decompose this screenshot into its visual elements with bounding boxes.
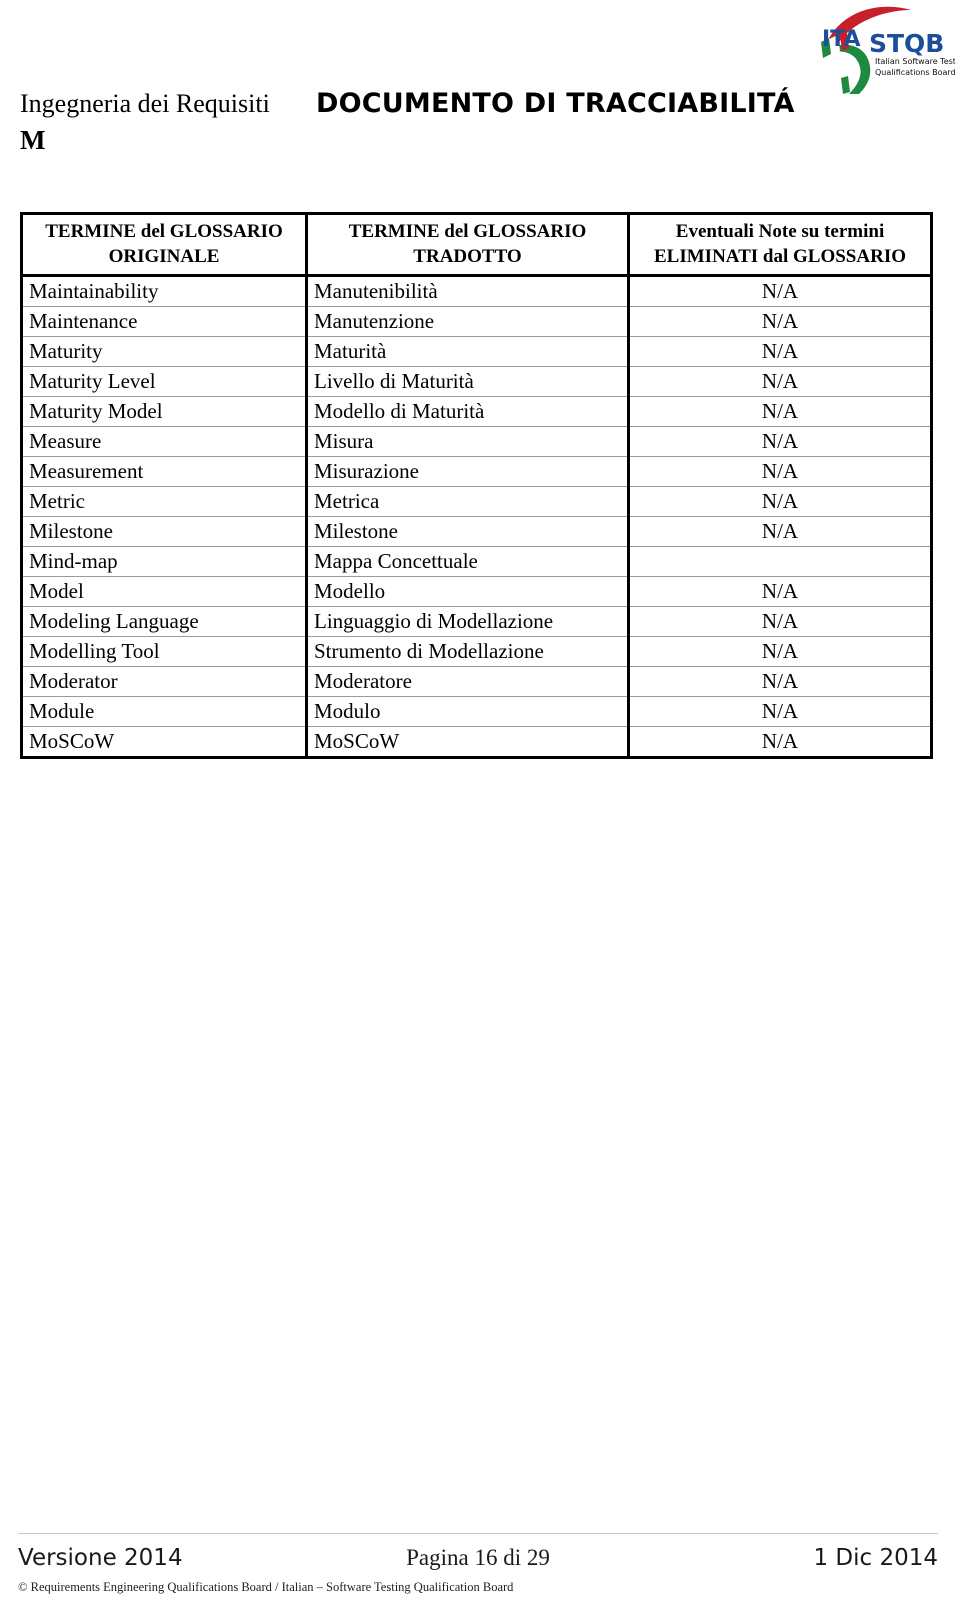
cell-translated-term: Modello di Maturità (305, 396, 630, 427)
cell-note (627, 546, 933, 577)
cell-translated-term: Maturità (305, 336, 630, 367)
cell-original-term: Milestone (20, 516, 308, 547)
table-row: Maturity Level Livello di Maturità N/A (20, 366, 933, 397)
cell-note: N/A (627, 726, 933, 759)
footer-main-row: Versione 2014 Pagina 16 di 29 1 Dic 2014 (18, 1544, 938, 1574)
document-title: DOCUMENTO DI TRACCIABILITÁ (316, 88, 795, 119)
table-row: Maturity Model Modello di Maturità N/A (20, 396, 933, 427)
cell-original-term: Moderator (20, 666, 308, 697)
cell-original-term: Measure (20, 426, 308, 457)
footer-date: 1 Dic 2014 (813, 1545, 938, 1571)
table-row: Model Modello N/A (20, 576, 933, 607)
page-footer: Versione 2014 Pagina 16 di 29 1 Dic 2014… (0, 1533, 960, 1610)
column-header-original: TERMINE del GLOSSARIO ORIGINALE (20, 212, 308, 277)
cell-original-term: Maturity Model (20, 396, 308, 427)
column-header-translated-line1: TERMINE del GLOSSARIO (348, 221, 587, 242)
svg-text:STQB: STQB (869, 29, 944, 58)
cell-translated-term: Manutenzione (305, 306, 630, 337)
table-row: Modelling Tool Strumento di Modellazione N… (20, 636, 933, 667)
cell-note: N/A (627, 396, 933, 427)
column-header-translated: TERMINE del GLOSSARIO TRADOTTO (305, 212, 630, 277)
table-row: Moderator Moderatore N/A (20, 666, 933, 697)
cell-note: N/A (627, 336, 933, 367)
footer-copyright: © Requirements Engineering Qualification… (18, 1580, 514, 1594)
column-header-notes-line1: Eventuali Note su termini (675, 221, 885, 242)
cell-note: N/A (627, 486, 933, 517)
cell-original-term: Measurement (20, 456, 308, 487)
cell-original-term: Maturity (20, 336, 308, 367)
cell-note: N/A (627, 306, 933, 337)
header-title-row: Ingegneria dei Requisiti DOCUMENTO DI TR… (20, 88, 820, 124)
footer-page-number: Pagina 16 di 29 (406, 1545, 550, 1570)
cell-translated-term: Manutenibilità (305, 274, 630, 307)
column-header-original-line1: TERMINE del GLOSSARIO (45, 221, 283, 242)
svg-text:Qualifications Board: Qualifications Board (875, 68, 955, 77)
cell-translated-term: Misurazione (305, 456, 630, 487)
column-header-original-line2: ORIGINALE (108, 246, 220, 267)
table-row: Module Modulo N/A (20, 696, 933, 727)
page-header: Ingegneria dei Requisiti DOCUMENTO DI TR… (0, 0, 960, 185)
cell-note: N/A (627, 516, 933, 547)
table-row: Maintainability Manutenibilità N/A (20, 274, 933, 307)
cell-note: N/A (627, 696, 933, 727)
cell-note: N/A (627, 366, 933, 397)
cell-original-term: Model (20, 576, 308, 607)
cell-note: N/A (627, 666, 933, 697)
cell-translated-term: MoSCoW (305, 726, 630, 759)
table-row: Maturity Maturità N/A (20, 336, 933, 367)
cell-original-term: Modelling Tool (20, 636, 308, 667)
cell-translated-term: Modello (305, 576, 630, 607)
svg-text:ITA: ITA (822, 27, 861, 52)
cell-original-term: MoSCoW (20, 726, 308, 759)
svg-text:Italian Software Testing: Italian Software Testing (875, 57, 955, 66)
table-row: Measurement Misurazione N/A (20, 456, 933, 487)
cell-translated-term: Livello di Maturità (305, 366, 630, 397)
table-row: Maintenance Manutenzione N/A (20, 306, 933, 337)
cell-translated-term: Mappa Concettuale (305, 546, 630, 577)
cell-translated-term: Linguaggio di Modellazione (305, 606, 630, 637)
cell-translated-term: Modulo (305, 696, 630, 727)
ita-stqb-logo-icon: ITA STQB Italian Software Testing Qualif… (821, 6, 955, 94)
cell-note: N/A (627, 426, 933, 457)
cell-translated-term: Misura (305, 426, 630, 457)
cell-note: N/A (627, 576, 933, 607)
chapter-letter: M (20, 125, 46, 155)
table-row: MoSCoW MoSCoW N/A (20, 726, 933, 759)
cell-note: N/A (627, 636, 933, 667)
cell-translated-term: Milestone (305, 516, 630, 547)
table-row: Milestone Milestone N/A (20, 516, 933, 547)
glossary-table-head: TERMINE del GLOSSARIO ORIGINALE TERMINE … (20, 212, 933, 277)
cell-original-term: Maintainability (20, 274, 308, 307)
footer-divider (18, 1533, 938, 1534)
table-row: Mind-map Mappa Concettuale (20, 546, 933, 577)
column-header-notes: Eventuali Note su termini ELIMINATI dal … (627, 212, 933, 277)
table-header-row: TERMINE del GLOSSARIO ORIGINALE TERMINE … (20, 212, 933, 277)
cell-translated-term: Strumento di Modellazione (305, 636, 630, 667)
chapter-title: Ingegneria dei Requisiti (20, 89, 270, 118)
cell-original-term: Modeling Language (20, 606, 308, 637)
glossary-table-body: Maintainability Manutenibilità N/A Maintena… (20, 274, 933, 759)
cell-original-term: Maturity Level (20, 366, 308, 397)
column-header-notes-line2: ELIMINATI dal GLOSSARIO (654, 246, 906, 267)
table-row: Measure Misura N/A (20, 426, 933, 457)
glossary-table: TERMINE del GLOSSARIO ORIGINALE TERMINE … (20, 212, 933, 759)
cell-note: N/A (627, 456, 933, 487)
cell-original-term: Module (20, 696, 308, 727)
table-row: Modeling Language Linguaggio di Modellazi… (20, 606, 933, 637)
glossary-table-container: TERMINE del GLOSSARIO ORIGINALE TERMINE … (20, 212, 933, 759)
cell-original-term: Mind-map (20, 546, 308, 577)
cell-note: N/A (627, 274, 933, 307)
cell-note: N/A (627, 606, 933, 637)
cell-original-term: Metric (20, 486, 308, 517)
cell-original-term: Maintenance (20, 306, 308, 337)
table-row: Metric Metrica N/A (20, 486, 933, 517)
cell-translated-term: Moderatore (305, 666, 630, 697)
cell-translated-term: Metrica (305, 486, 630, 517)
ita-stqb-logo: ITA STQB Italian Software Testing Qualif… (795, 2, 955, 94)
column-header-translated-line2: TRADOTTO (413, 246, 522, 267)
